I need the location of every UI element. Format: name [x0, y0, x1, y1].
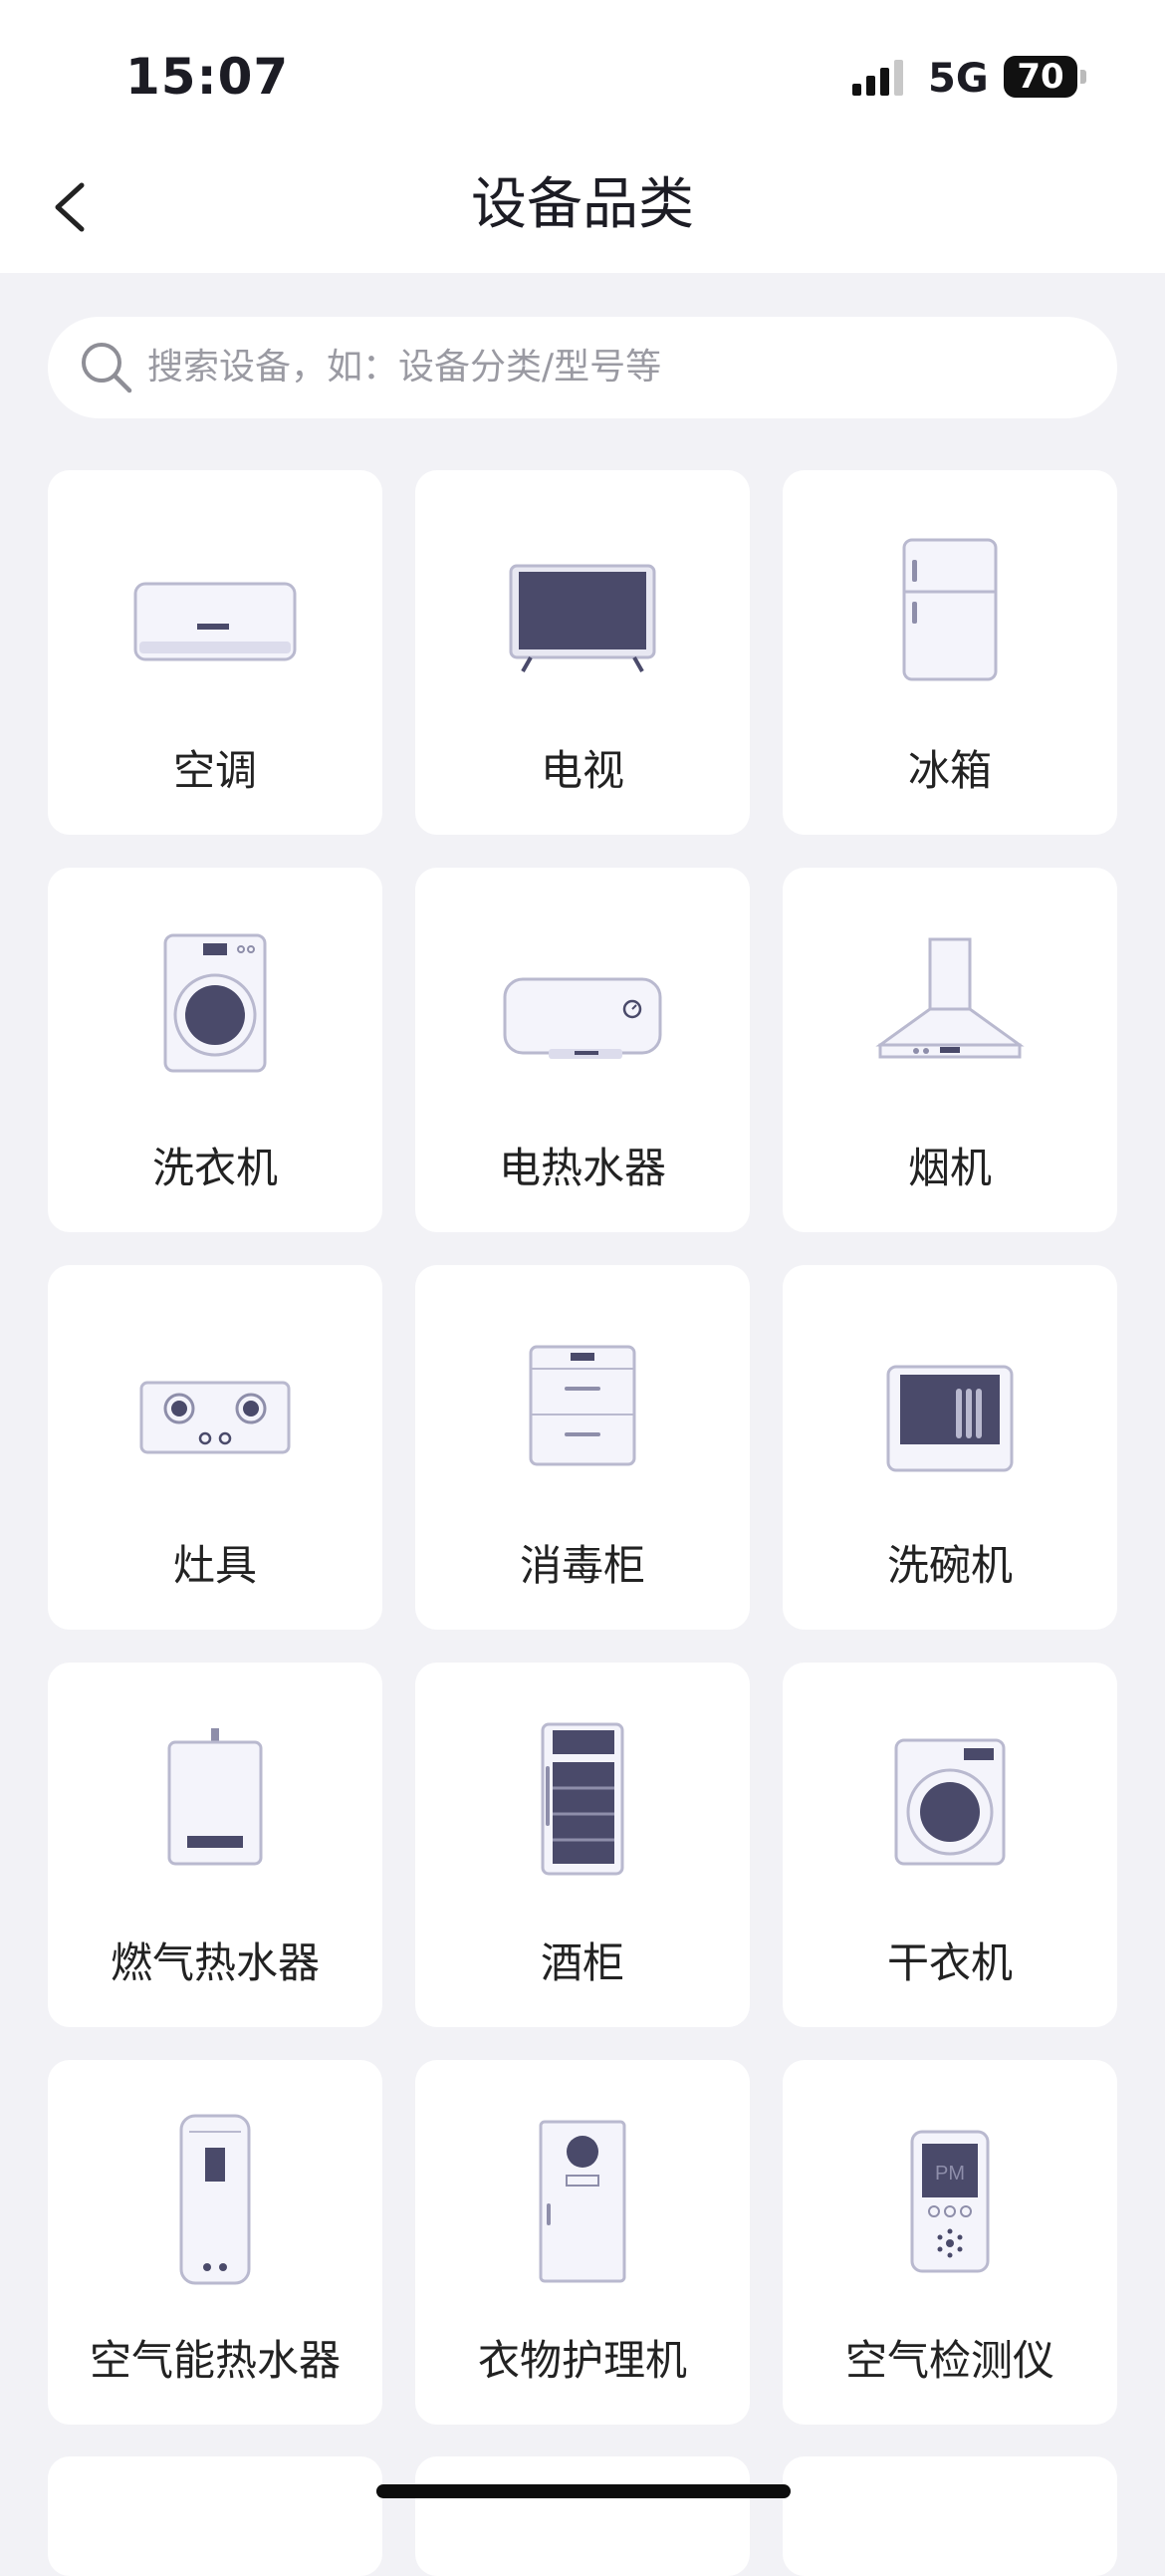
gas-stove-icon	[139, 1381, 291, 1454]
category-label: 冰箱	[907, 746, 992, 795]
category-card-air-conditioner[interactable]: 空调	[48, 470, 382, 835]
category-label: 烟机	[907, 1144, 992, 1192]
category-label: 洗衣机	[151, 1144, 278, 1192]
electric-water-heater-icon	[503, 977, 662, 1059]
search-icon	[82, 343, 132, 393]
refrigerator-icon	[902, 538, 998, 681]
category-card-range-hood[interactable]: 烟机	[783, 868, 1117, 1232]
category-grid: 空调 电视 冰箱 洗衣机 电热水器 烟机 灶具 消毒柜 洗碗机 燃气热水器 酒柜…	[48, 470, 1117, 2425]
category-label: 燃气热水器	[110, 1938, 320, 1987]
wine-cabinet-icon	[541, 1722, 624, 1876]
status-time: 15:07	[125, 48, 290, 106]
category-label: 衣物护理机	[477, 2336, 687, 2385]
category-card-gas-water-heater[interactable]: 燃气热水器	[48, 1663, 382, 2027]
category-label: 空调	[172, 746, 257, 795]
category-card-disinfection-cabinet[interactable]: 消毒柜	[415, 1265, 750, 1630]
category-card-clothes-care-machine[interactable]: 衣物护理机	[415, 2060, 750, 2425]
category-card-dryer[interactable]: 干衣机	[783, 1663, 1117, 2027]
pm-label: PM	[935, 2163, 965, 2185]
category-card-tv[interactable]: 电视	[415, 470, 750, 835]
category-label: 电视	[540, 746, 624, 795]
category-card-washing-machine[interactable]: 洗衣机	[48, 868, 382, 1232]
category-card-air-quality-monitor[interactable]: PM 空气检测仪	[783, 2060, 1117, 2425]
category-card-dishwasher[interactable]: 洗碗机	[783, 1265, 1117, 1630]
air-energy-water-heater-icon	[179, 2114, 251, 2285]
search-placeholder: 搜索设备，如：设备分类/型号等	[147, 347, 662, 387]
category-card-wine-cabinet[interactable]: 酒柜	[415, 1663, 750, 2027]
battery-cap	[1080, 70, 1086, 84]
category-label: 灶具	[172, 1541, 257, 1590]
category-card-refrigerator[interactable]: 冰箱	[783, 470, 1117, 835]
battery-icon: 70	[1004, 56, 1077, 98]
home-indicator	[376, 2484, 791, 2498]
category-card-partial[interactable]	[415, 2456, 750, 2576]
category-label: 空气能热水器	[89, 2336, 341, 2385]
category-label: 洗碗机	[886, 1541, 1013, 1590]
dishwasher-icon	[886, 1365, 1014, 1472]
gas-water-heater-icon	[167, 1728, 263, 1866]
status-bar: 15:07 5G 70	[0, 0, 1165, 149]
category-card-electric-water-heater[interactable]: 电热水器	[415, 868, 750, 1232]
air-quality-monitor-icon: PM	[910, 2130, 990, 2273]
disinfection-cabinet-icon	[529, 1345, 636, 1466]
category-card-partial[interactable]	[783, 2456, 1117, 2576]
tv-icon	[509, 564, 656, 672]
air-conditioner-icon	[133, 582, 297, 661]
search-input[interactable]: 搜索设备，如：设备分类/型号等	[48, 317, 1117, 418]
category-label: 酒柜	[540, 1938, 624, 1987]
range-hood-icon	[875, 937, 1025, 1059]
back-arrow-icon[interactable]	[44, 175, 104, 239]
category-card-air-energy-water-heater[interactable]: 空气能热水器	[48, 2060, 382, 2425]
category-label: 空气检测仪	[844, 2336, 1054, 2385]
network-type: 5G	[928, 56, 989, 102]
page-title: 设备品类	[471, 172, 694, 237]
category-label: 电热水器	[498, 1144, 666, 1192]
category-card-partial[interactable]	[48, 2456, 382, 2576]
washing-machine-icon	[163, 933, 267, 1073]
category-label: 干衣机	[886, 1938, 1013, 1987]
clothes-care-machine-icon	[539, 2120, 626, 2283]
nav-bar: 设备品类	[0, 149, 1165, 273]
category-card-gas-stove[interactable]: 灶具	[48, 1265, 382, 1630]
category-label: 消毒柜	[519, 1541, 645, 1590]
signal-strength-icon	[852, 60, 903, 96]
dryer-icon	[894, 1738, 1006, 1866]
